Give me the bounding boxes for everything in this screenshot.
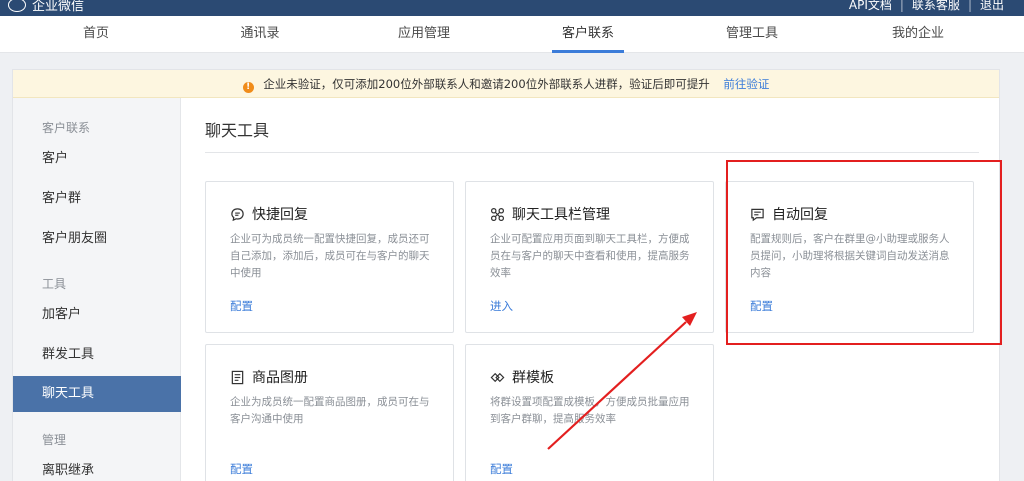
annotation-arrow-icon xyxy=(547,312,697,450)
